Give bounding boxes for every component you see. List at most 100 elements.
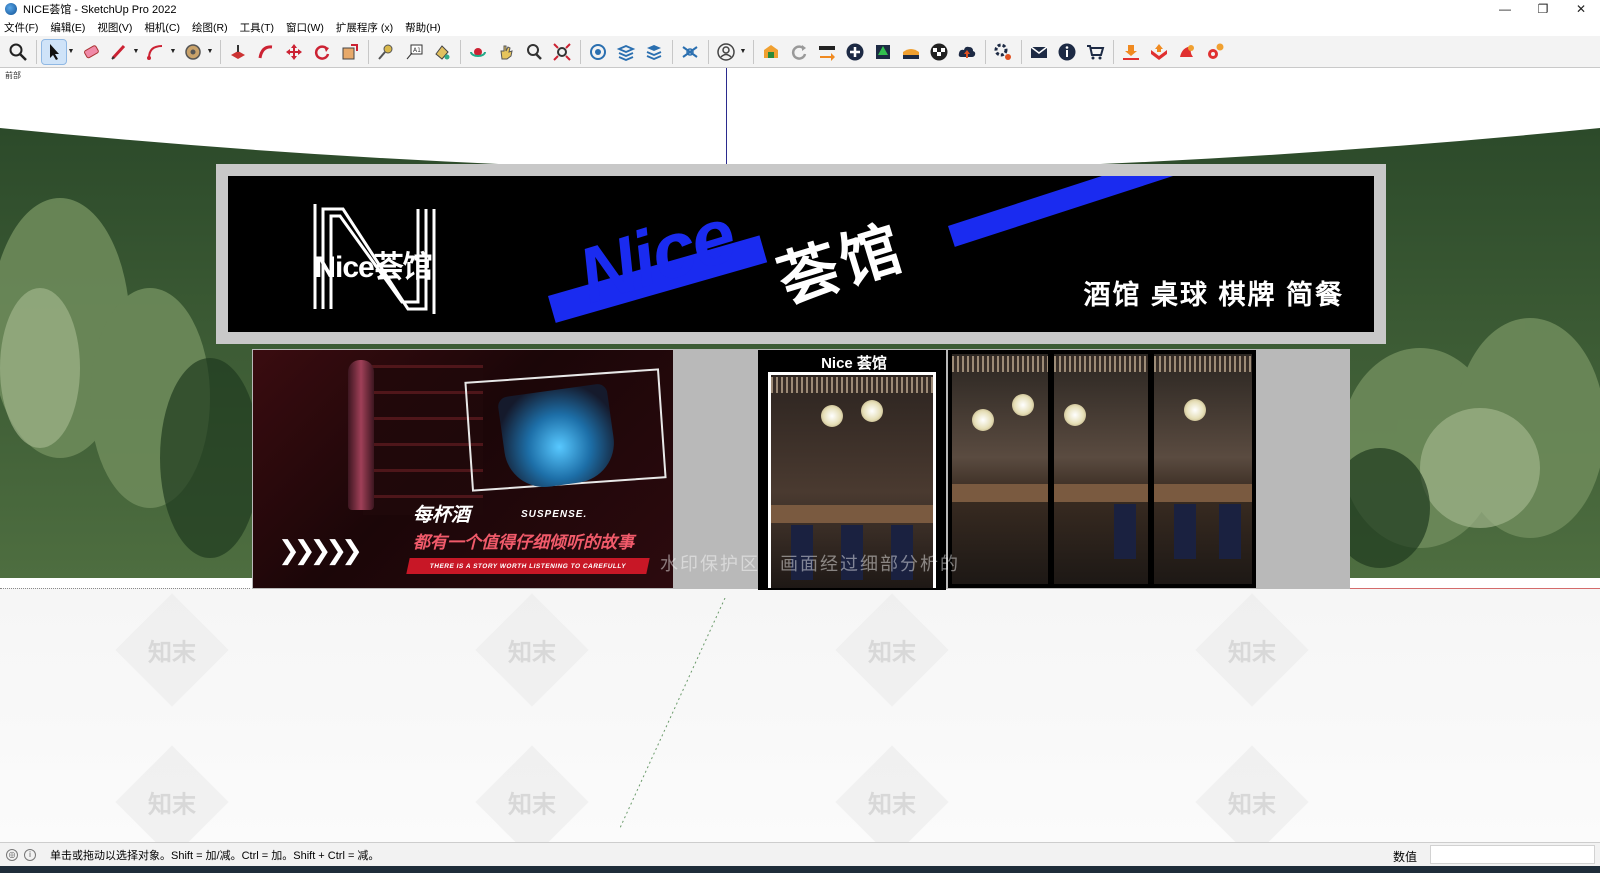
toolbar-separator (985, 39, 986, 64)
menu-camera[interactable]: 相机(C) (144, 20, 180, 35)
text-icon[interactable]: A1 (402, 40, 426, 64)
pendant-lamp (821, 405, 843, 427)
poster-tag: SUSPENSE. (521, 509, 588, 520)
bar-stool (1219, 504, 1241, 559)
pencil-icon[interactable] (107, 40, 131, 64)
poster-panel: 每杯酒 SUSPENSE. 都有一个值得仔细倾听的故事 THERE IS A S… (253, 350, 673, 588)
tape-icon[interactable] (181, 40, 205, 64)
import-icon[interactable] (1119, 40, 1143, 64)
follow-me-icon[interactable] (254, 40, 278, 64)
toolbar-separator (672, 39, 673, 64)
menu-draw[interactable]: 绘图(R) (192, 20, 228, 35)
floor-icon[interactable] (899, 40, 923, 64)
window-pane (1054, 354, 1148, 584)
tape-dropdown-icon[interactable]: ▼ (206, 40, 214, 64)
push-pull-icon[interactable] (226, 40, 250, 64)
paint-icon[interactable] (430, 40, 454, 64)
instructor-info-icon[interactable]: i (24, 848, 36, 861)
gear-icon[interactable] (1203, 40, 1227, 64)
settings-icon[interactable] (991, 40, 1015, 64)
warehouse-icon[interactable] (759, 40, 783, 64)
pendant-lamp (1012, 394, 1034, 416)
menu-view[interactable]: 视图(V) (97, 20, 132, 35)
zoom-extents-icon[interactable] (550, 40, 574, 64)
ceiling-panel (952, 356, 1048, 372)
outliner-icon[interactable] (678, 40, 702, 64)
toolbar-separator (460, 39, 461, 64)
menu-window[interactable]: 窗口(W) (286, 20, 324, 35)
pendant-lamp (1064, 404, 1086, 426)
storefront-model[interactable]: Nice荟馆 Nice 荟馆 酒馆 桌球 棋牌 简餐 每杯酒 SUSPENSE.… (216, 164, 1386, 664)
watermark-text: 知末 (1228, 791, 1276, 819)
close-button[interactable]: ✕ (1562, 0, 1600, 18)
styles-icon[interactable] (642, 40, 666, 64)
logo-text: Nice荟馆 (314, 251, 432, 284)
dotted-axis (0, 588, 250, 589)
cart-icon[interactable] (1083, 40, 1107, 64)
ceiling-panel (1054, 356, 1148, 372)
user-dropdown-icon[interactable]: ▼ (739, 40, 747, 64)
measurements-input[interactable] (1430, 845, 1595, 864)
sync-icon[interactable] (815, 40, 839, 64)
move-icon[interactable] (282, 40, 306, 64)
toolbar-separator (1021, 39, 1022, 64)
window-controls: — ❐ ✕ (1486, 0, 1600, 18)
toolbar-separator (753, 39, 754, 64)
checker-icon[interactable] (927, 40, 951, 64)
poster-band: THERE IS A STORY WORTH LISTENING TO CARE… (406, 558, 650, 574)
user-icon[interactable] (714, 40, 738, 64)
watermark-text: 知末 (508, 791, 556, 819)
orbit-icon[interactable] (466, 40, 490, 64)
pendant-lamp (861, 400, 883, 422)
zoom-window-icon[interactable] (522, 40, 546, 64)
plugin-icon[interactable] (1175, 40, 1199, 64)
menu-bar: 文件(F) 编辑(E) 视图(V) 相机(C) 绘图(R) 工具(T) 窗口(W… (0, 18, 1600, 36)
menu-file[interactable]: 文件(F) (4, 20, 38, 35)
rotate-icon[interactable] (310, 40, 334, 64)
geo-location-icon[interactable]: ◎ (6, 848, 18, 861)
arc-dropdown-icon[interactable]: ▼ (169, 40, 177, 64)
scale-icon[interactable] (338, 40, 362, 64)
pencil-dropdown-icon[interactable]: ▼ (132, 40, 140, 64)
export-icon[interactable] (1147, 40, 1171, 64)
add-icon[interactable] (843, 40, 867, 64)
ceiling-panel (771, 377, 933, 393)
window-pane (1154, 354, 1252, 584)
scene-tab[interactable]: 前部 (5, 70, 21, 81)
zoom-icon[interactable] (6, 40, 30, 64)
menu-help[interactable]: 帮助(H) (405, 20, 441, 35)
toolbar-separator (580, 39, 581, 64)
section-icon[interactable] (586, 40, 610, 64)
minimize-button[interactable]: — (1486, 0, 1524, 18)
measure-icon[interactable] (374, 40, 398, 64)
watermark-text: 知末 (148, 791, 196, 819)
storefront-windows (948, 350, 1256, 588)
blue-stripe (948, 176, 1193, 247)
restore-button[interactable]: ❐ (1524, 0, 1562, 18)
poster-headline: 每杯酒 (413, 505, 471, 526)
title-bar: NICE荟馆 - SketchUp Pro 2022 — ❐ ✕ (0, 0, 1600, 18)
upload-icon[interactable] (955, 40, 979, 64)
menu-extensions[interactable]: 扩展程序 (x) (336, 20, 393, 35)
menu-edit[interactable]: 编辑(E) (50, 20, 85, 35)
toolbar-separator (1113, 39, 1114, 64)
menu-tools[interactable]: 工具(T) (240, 20, 274, 35)
select-icon[interactable] (41, 38, 67, 65)
refresh-icon[interactable] (787, 40, 811, 64)
brand-name-cn: 荟馆 (770, 213, 913, 316)
mail-icon[interactable] (1027, 40, 1051, 64)
watermark-text: 知末 (148, 639, 196, 667)
status-hint: 单击或拖动以选择对象。Shift = 加/减。Ctrl = 加。Shift + … (50, 849, 380, 862)
pan-icon[interactable] (494, 40, 518, 64)
eraser-icon[interactable] (79, 40, 103, 64)
arc-icon[interactable] (144, 40, 168, 64)
tree-icon[interactable] (871, 40, 895, 64)
model-viewport[interactable]: 前部 知末 知末 知末 知末 知末 知末 知末 知末 Nice荟馆 Nice 荟… (0, 68, 1600, 842)
status-bar: ◎ i 单击或拖动以选择对象。Shift = 加/减。Ctrl = 加。Shif… (0, 842, 1600, 866)
layers-icon[interactable] (614, 40, 638, 64)
signboard-frame: Nice荟馆 Nice 荟馆 酒馆 桌球 棋牌 简餐 (216, 164, 1386, 344)
wine-bottle (348, 360, 374, 510)
info-icon[interactable] (1055, 40, 1079, 64)
select-dropdown-icon[interactable]: ▼ (67, 40, 75, 64)
bar-counter (1054, 484, 1148, 502)
